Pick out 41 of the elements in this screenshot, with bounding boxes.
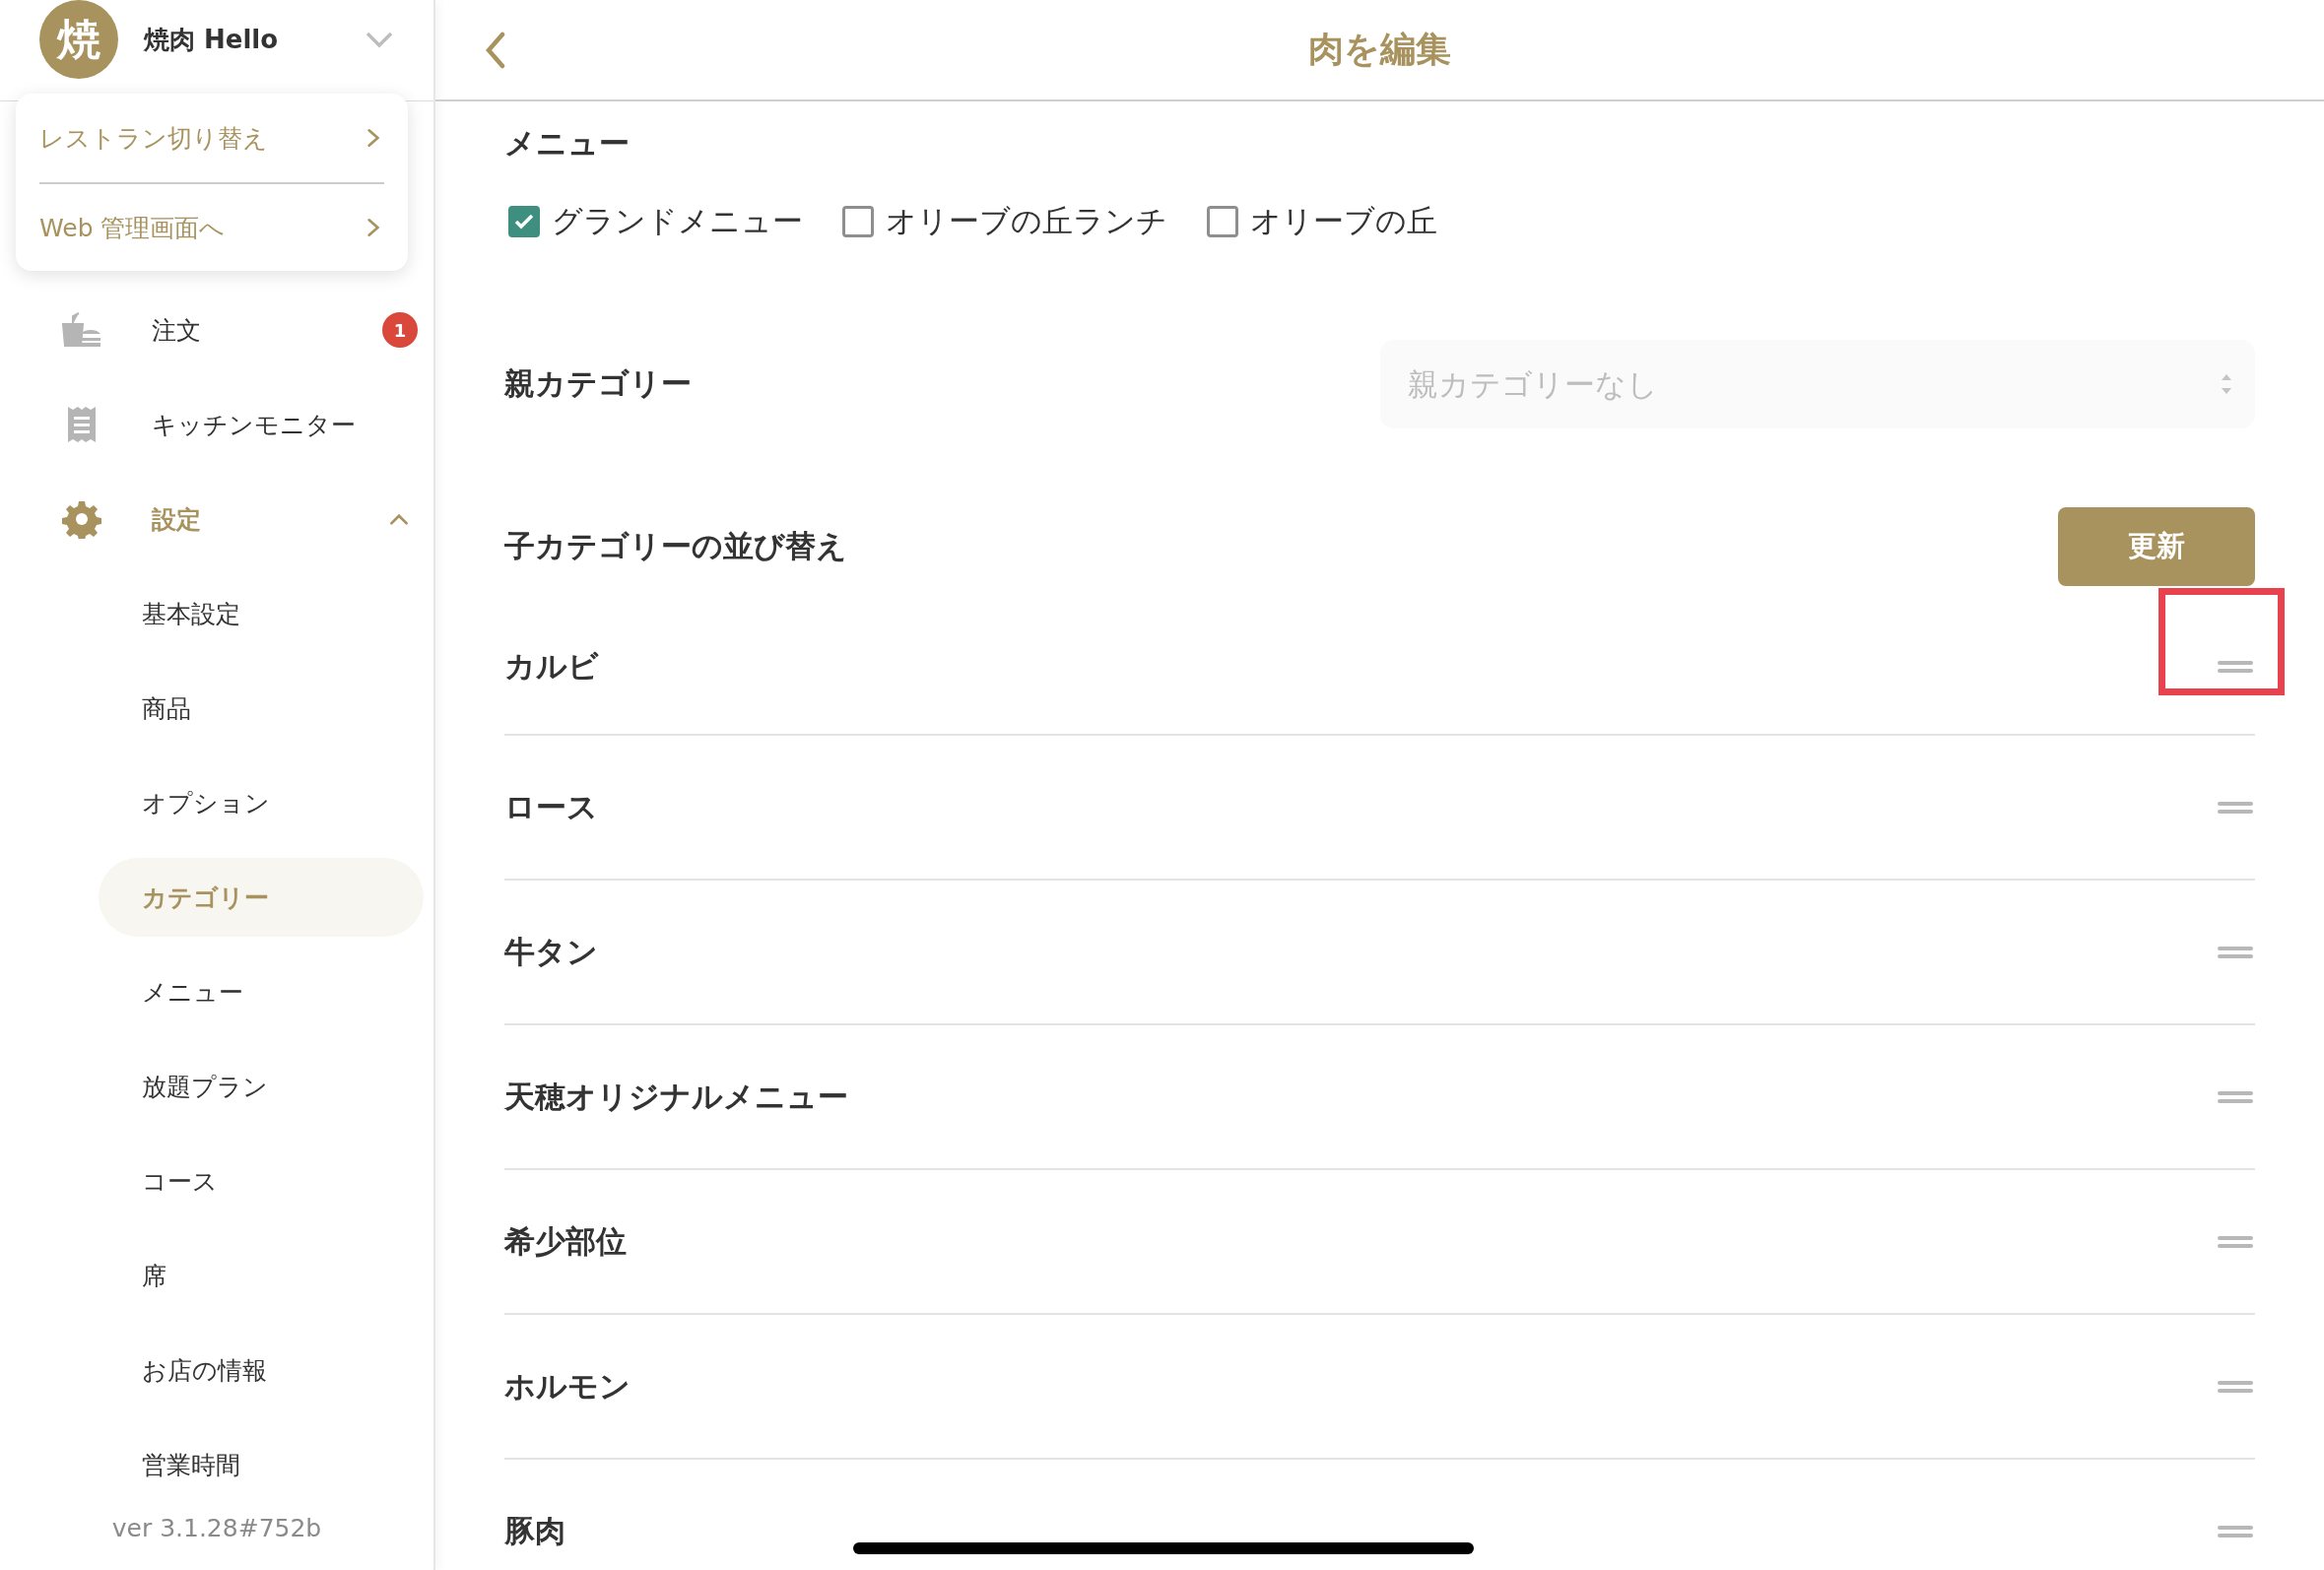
nav-subitem[interactable]: お店の情報 [99, 1331, 424, 1409]
menu-checkbox[interactable]: グランドメニュー [508, 201, 803, 242]
cup-and-burger-icon [61, 312, 102, 348]
nav-subitem[interactable]: 基本設定 [99, 574, 424, 653]
category-name: カルビ [504, 647, 599, 686]
category-name: 豚肉 [504, 1511, 565, 1550]
nav-item[interactable]: 注文 1 [0, 283, 433, 377]
chevron-down-icon[interactable] [365, 30, 394, 49]
gear-icon [62, 499, 101, 539]
drag-handle-icon[interactable] [2218, 1379, 2253, 1394]
category-name: 希少部位 [504, 1221, 627, 1261]
nav-subitem[interactable]: コース [99, 1142, 424, 1220]
nav-item[interactable]: キッチンモニター [0, 377, 433, 472]
category-name: ロース [504, 787, 598, 826]
category-select[interactable]: 親カテゴリーなし [1380, 340, 2255, 428]
category-name: ホルモン [504, 1366, 631, 1406]
nav-subitem[interactable]: メニュー [99, 952, 424, 1031]
drag-handle-icon[interactable] [2218, 945, 2253, 959]
nav-subitem[interactable]: オプション [99, 763, 424, 842]
section-label: 子カテゴリーの並び替え [504, 527, 847, 565]
nav-subitem[interactable]: 商品 [99, 669, 424, 748]
page-title: 肉を編集 [1307, 28, 1452, 71]
nav-subitem[interactable]: 営業時間 [99, 1425, 424, 1504]
menu-checkbox[interactable]: オリーブの丘 [1207, 201, 1437, 242]
restaurant-name: 焼肉 Hello [144, 23, 280, 56]
drag-handle-icon[interactable] [2218, 800, 2253, 815]
restaurant-avatar: 焼 [39, 0, 118, 79]
drag-handle-icon[interactable] [2218, 1524, 2253, 1538]
drag-handle-icon[interactable] [2218, 1089, 2253, 1104]
nav-subitem[interactable]: 放題プラン [99, 1047, 424, 1126]
category-name: 天穂オリジナルメニュー [504, 1077, 848, 1116]
count-badge: 1 [382, 312, 418, 348]
category-name: 牛タン [504, 932, 598, 971]
nav-subitem[interactable]: 席 [99, 1236, 424, 1315]
section-label: メニュー [504, 124, 630, 163]
version-text: ver 3.1.28#752b [110, 1514, 323, 1542]
drag-handle-icon[interactable] [2218, 660, 2253, 674]
drag-handle-icon[interactable] [2218, 1234, 2253, 1249]
receipt-icon [66, 405, 98, 444]
menu-checkbox[interactable]: オリーブの丘ランチ [842, 201, 1167, 242]
field-label: 親カテゴリー [504, 364, 692, 403]
